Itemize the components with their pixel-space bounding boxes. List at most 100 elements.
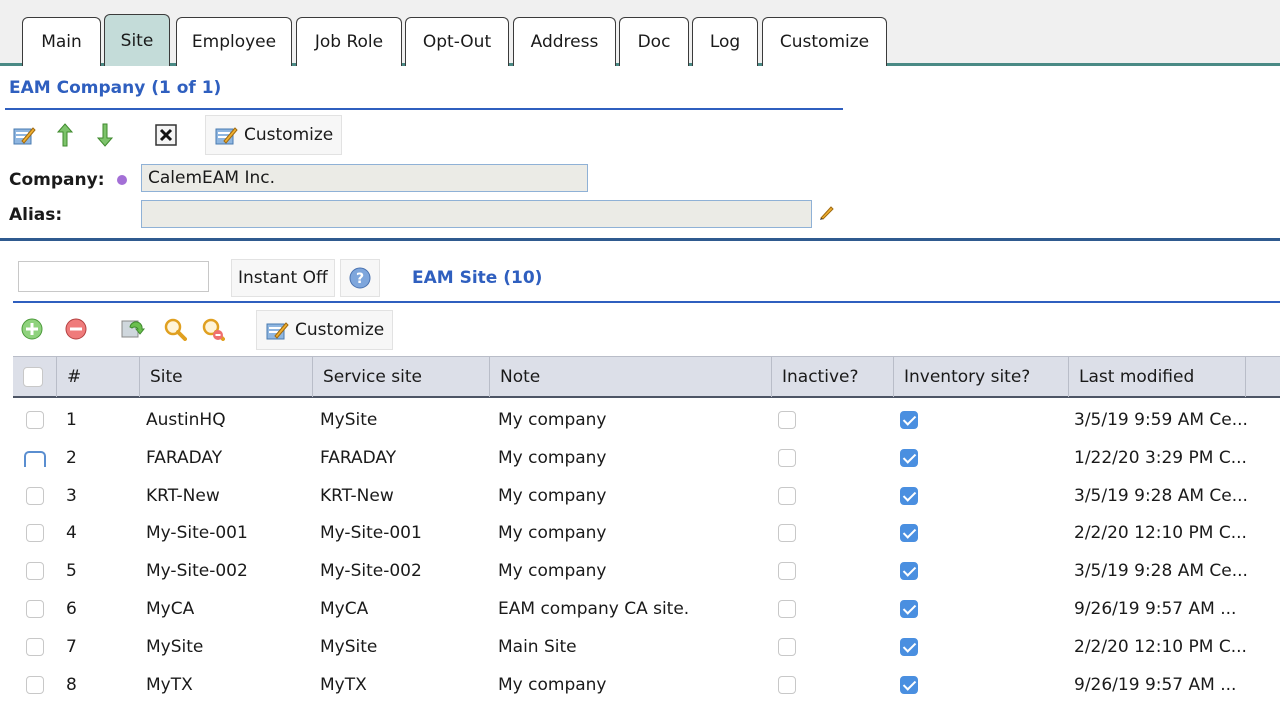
instant-toggle-button[interactable]: Instant Off bbox=[231, 259, 335, 297]
arrow-up-icon bbox=[56, 123, 74, 147]
close-button[interactable] bbox=[151, 118, 181, 152]
inactive-checkbox[interactable] bbox=[778, 562, 796, 581]
tab-main[interactable]: Main bbox=[22, 17, 101, 66]
inventory-site-checkbox[interactable] bbox=[900, 600, 918, 618]
inventory-site-checkbox[interactable] bbox=[900, 562, 918, 581]
search-input[interactable] bbox=[18, 261, 209, 292]
add-button[interactable] bbox=[17, 312, 47, 346]
cell-num: 8 bbox=[66, 674, 77, 695]
cell-modified: 9/26/19 9:57 AM ... bbox=[1074, 599, 1237, 619]
cell-site: AustinHQ bbox=[146, 410, 226, 430]
instant-label: Instant Off bbox=[238, 268, 328, 288]
search-clear-icon bbox=[202, 318, 225, 341]
inventory-site-checkbox[interactable] bbox=[900, 411, 918, 429]
cell-note: My company bbox=[498, 523, 607, 544]
table-row[interactable]: 1 AustinHQ MySite My company 3/5/19 9:59 AM … bbox=[13, 401, 1280, 439]
inventory-site-checkbox[interactable] bbox=[900, 448, 918, 467]
table-row[interactable]: 3 KRT-New KRT-New My company 3/5/19 9:28 AM … bbox=[13, 476, 1280, 515]
help-button[interactable]: ? bbox=[340, 259, 380, 297]
move-down-button[interactable] bbox=[90, 118, 120, 152]
company-field[interactable]: CalemEAM Inc. bbox=[141, 164, 588, 192]
customize-icon bbox=[266, 322, 289, 340]
tab-address[interactable]: Address bbox=[513, 17, 616, 66]
cell-note: My company bbox=[498, 447, 607, 468]
tab-doc[interactable]: Doc bbox=[619, 17, 689, 66]
cell-site: My-Site-001 bbox=[146, 523, 248, 544]
tab-log[interactable]: Log bbox=[692, 17, 758, 66]
table-row[interactable]: 5 My-Site-002 My-Site-002 My company 3/5/19 … bbox=[13, 552, 1280, 591]
cell-note: My company bbox=[498, 410, 607, 430]
row-select-checkbox[interactable] bbox=[26, 600, 44, 618]
select-all-checkbox[interactable] bbox=[23, 367, 43, 387]
inactive-checkbox[interactable] bbox=[778, 637, 796, 656]
cell-num: 3 bbox=[66, 485, 77, 506]
row-select-checkbox[interactable] bbox=[26, 486, 44, 505]
cell-num: 4 bbox=[66, 523, 77, 544]
cell-modified: 2/2/20 12:10 PM C... bbox=[1074, 636, 1247, 657]
column-header-site[interactable]: Site bbox=[140, 357, 313, 397]
customize-icon bbox=[215, 127, 238, 145]
help-icon: ? bbox=[349, 267, 371, 289]
cell-service: KRT-New bbox=[320, 485, 394, 506]
cell-modified: 1/22/20 3:29 PM C... bbox=[1074, 447, 1247, 468]
alias-edit-button[interactable] bbox=[818, 203, 838, 223]
move-up-button[interactable] bbox=[50, 118, 80, 152]
inactive-checkbox[interactable] bbox=[778, 675, 796, 694]
column-header-last-modified[interactable]: Last modified bbox=[1069, 357, 1246, 397]
remove-icon bbox=[65, 318, 87, 340]
inventory-site-checkbox[interactable] bbox=[900, 524, 918, 543]
company-customize-button[interactable]: Customize bbox=[205, 115, 343, 155]
row-select-checkbox[interactable] bbox=[26, 637, 44, 656]
tab-customize[interactable]: Customize bbox=[762, 17, 887, 66]
column-header-note[interactable]: Note bbox=[490, 357, 772, 397]
inactive-checkbox[interactable] bbox=[778, 448, 796, 467]
tab-job-role[interactable]: Job Role bbox=[296, 17, 402, 66]
cell-note: My company bbox=[498, 485, 607, 506]
tab-label: Job Role bbox=[314, 32, 384, 52]
search-button[interactable] bbox=[160, 312, 190, 346]
inactive-checkbox[interactable] bbox=[778, 600, 796, 618]
alias-field[interactable] bbox=[141, 200, 812, 228]
row-select-checkbox[interactable] bbox=[26, 411, 44, 429]
cell-note: My company bbox=[498, 561, 607, 582]
site-grid-title: EAM Site (10) bbox=[412, 268, 543, 288]
tab-label: Customize bbox=[779, 32, 870, 52]
tab-site[interactable]: Site bbox=[104, 14, 170, 66]
cell-note: Main Site bbox=[498, 636, 577, 657]
cell-site: My-Site-002 bbox=[146, 561, 248, 582]
tab-employee[interactable]: Employee bbox=[176, 17, 292, 66]
column-header-service-site[interactable]: Service site bbox=[313, 357, 490, 397]
edit-button[interactable] bbox=[9, 118, 39, 152]
select-all-column[interactable] bbox=[13, 357, 57, 397]
cell-modified: 3/5/19 9:28 AM Ce... bbox=[1074, 485, 1248, 506]
table-row[interactable]: 8 MyTX MyTX My company 9/26/19 9:57 AM ... bbox=[13, 665, 1280, 701]
refresh-button[interactable] bbox=[118, 312, 148, 346]
cell-site: MySite bbox=[146, 636, 204, 657]
tab-label: Doc bbox=[637, 32, 671, 52]
remove-button[interactable] bbox=[61, 312, 91, 346]
inventory-site-checkbox[interactable] bbox=[900, 486, 918, 505]
close-icon bbox=[155, 124, 177, 146]
inactive-checkbox[interactable] bbox=[778, 411, 796, 429]
row-select-checkbox[interactable] bbox=[24, 450, 46, 467]
cell-modified: 2/2/20 12:10 PM C... bbox=[1074, 523, 1247, 544]
table-row[interactable]: 4 My-Site-001 My-Site-001 My company 2/2/20 … bbox=[13, 514, 1280, 553]
clear-search-button[interactable] bbox=[198, 312, 228, 346]
tab-opt-out[interactable]: Opt-Out bbox=[405, 17, 509, 66]
row-select-checkbox[interactable] bbox=[26, 562, 44, 581]
site-customize-button[interactable]: Customize bbox=[256, 310, 394, 350]
inactive-checkbox[interactable] bbox=[778, 524, 796, 543]
column-header-number[interactable]: # bbox=[57, 357, 140, 397]
column-header-inactive[interactable]: Inactive? bbox=[772, 357, 894, 397]
inventory-site-checkbox[interactable] bbox=[900, 637, 918, 656]
table-row[interactable]: 2 FARADAY FARADAY My company 1/22/20 3:29 PM… bbox=[13, 438, 1280, 477]
inactive-checkbox[interactable] bbox=[778, 486, 796, 505]
column-header-inventory-site[interactable]: Inventory site? bbox=[894, 357, 1069, 397]
table-row[interactable]: 7 MySite MySite Main Site 2/2/20 12:10 PM C.… bbox=[13, 627, 1280, 666]
inventory-site-checkbox[interactable] bbox=[900, 675, 918, 694]
row-select-checkbox[interactable] bbox=[26, 524, 44, 543]
cell-service: MyCA bbox=[320, 599, 369, 619]
table-row[interactable]: 6 MyCA MyCA EAM company CA site. 9/26/19 9:5… bbox=[13, 590, 1280, 628]
row-select-checkbox[interactable] bbox=[26, 675, 44, 694]
cell-note: EAM company CA site. bbox=[498, 599, 690, 619]
